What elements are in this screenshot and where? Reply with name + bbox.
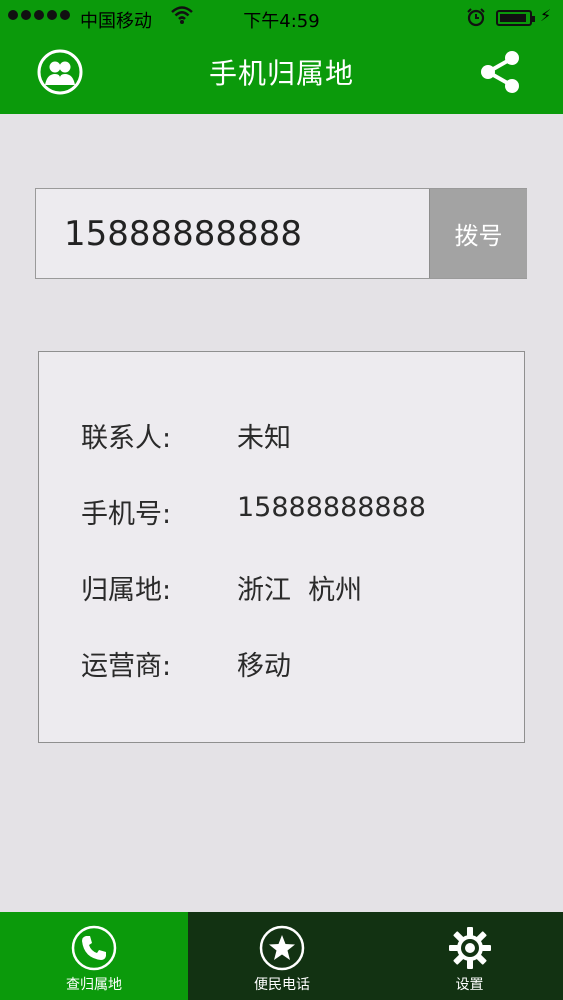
tab-settings-label: 设置 [455, 977, 484, 993]
tab-settings[interactable]: 设置 [376, 912, 563, 1000]
location-value: 浙江 杭州 [237, 575, 363, 606]
tab-service-numbers[interactable]: 便民电话 [188, 912, 376, 1000]
tab-lookup-label: 查归属地 [66, 977, 122, 993]
tab-bar: 查归属地 便民电话 设置 [0, 912, 563, 1000]
phone-value: 15888888888 [237, 492, 426, 523]
carrier-label: 运营商: [81, 651, 172, 682]
location-label: 归属地: [81, 575, 172, 606]
phone-label: 手机号: [81, 499, 172, 530]
share-icon[interactable] [476, 48, 524, 96]
contact-label: 联系人: [81, 423, 172, 454]
result-card: 联系人: 未知 手机号: 15888888888 归属地: 浙江 杭州 运营商:… [38, 351, 525, 743]
charging-icon: ⚡ [540, 6, 552, 25]
phone-search-row: 拨号 [35, 188, 527, 279]
phone-icon [71, 925, 117, 971]
battery-icon [496, 10, 535, 26]
dial-button[interactable]: 拨号 [429, 189, 527, 278]
contact-value: 未知 [237, 423, 291, 454]
star-icon [259, 925, 305, 971]
phone-number-input[interactable] [36, 189, 428, 278]
navigation-bar: 手机归属地 [0, 36, 563, 114]
gear-icon [448, 927, 491, 969]
status-bar: 中国移动 下午4:59 ⚡ [0, 0, 563, 36]
tab-service-numbers-label: 便民电话 [254, 977, 310, 993]
carrier-value: 移动 [237, 651, 291, 682]
tab-lookup[interactable]: 查归属地 [0, 912, 188, 1000]
alarm-icon [467, 8, 485, 27]
